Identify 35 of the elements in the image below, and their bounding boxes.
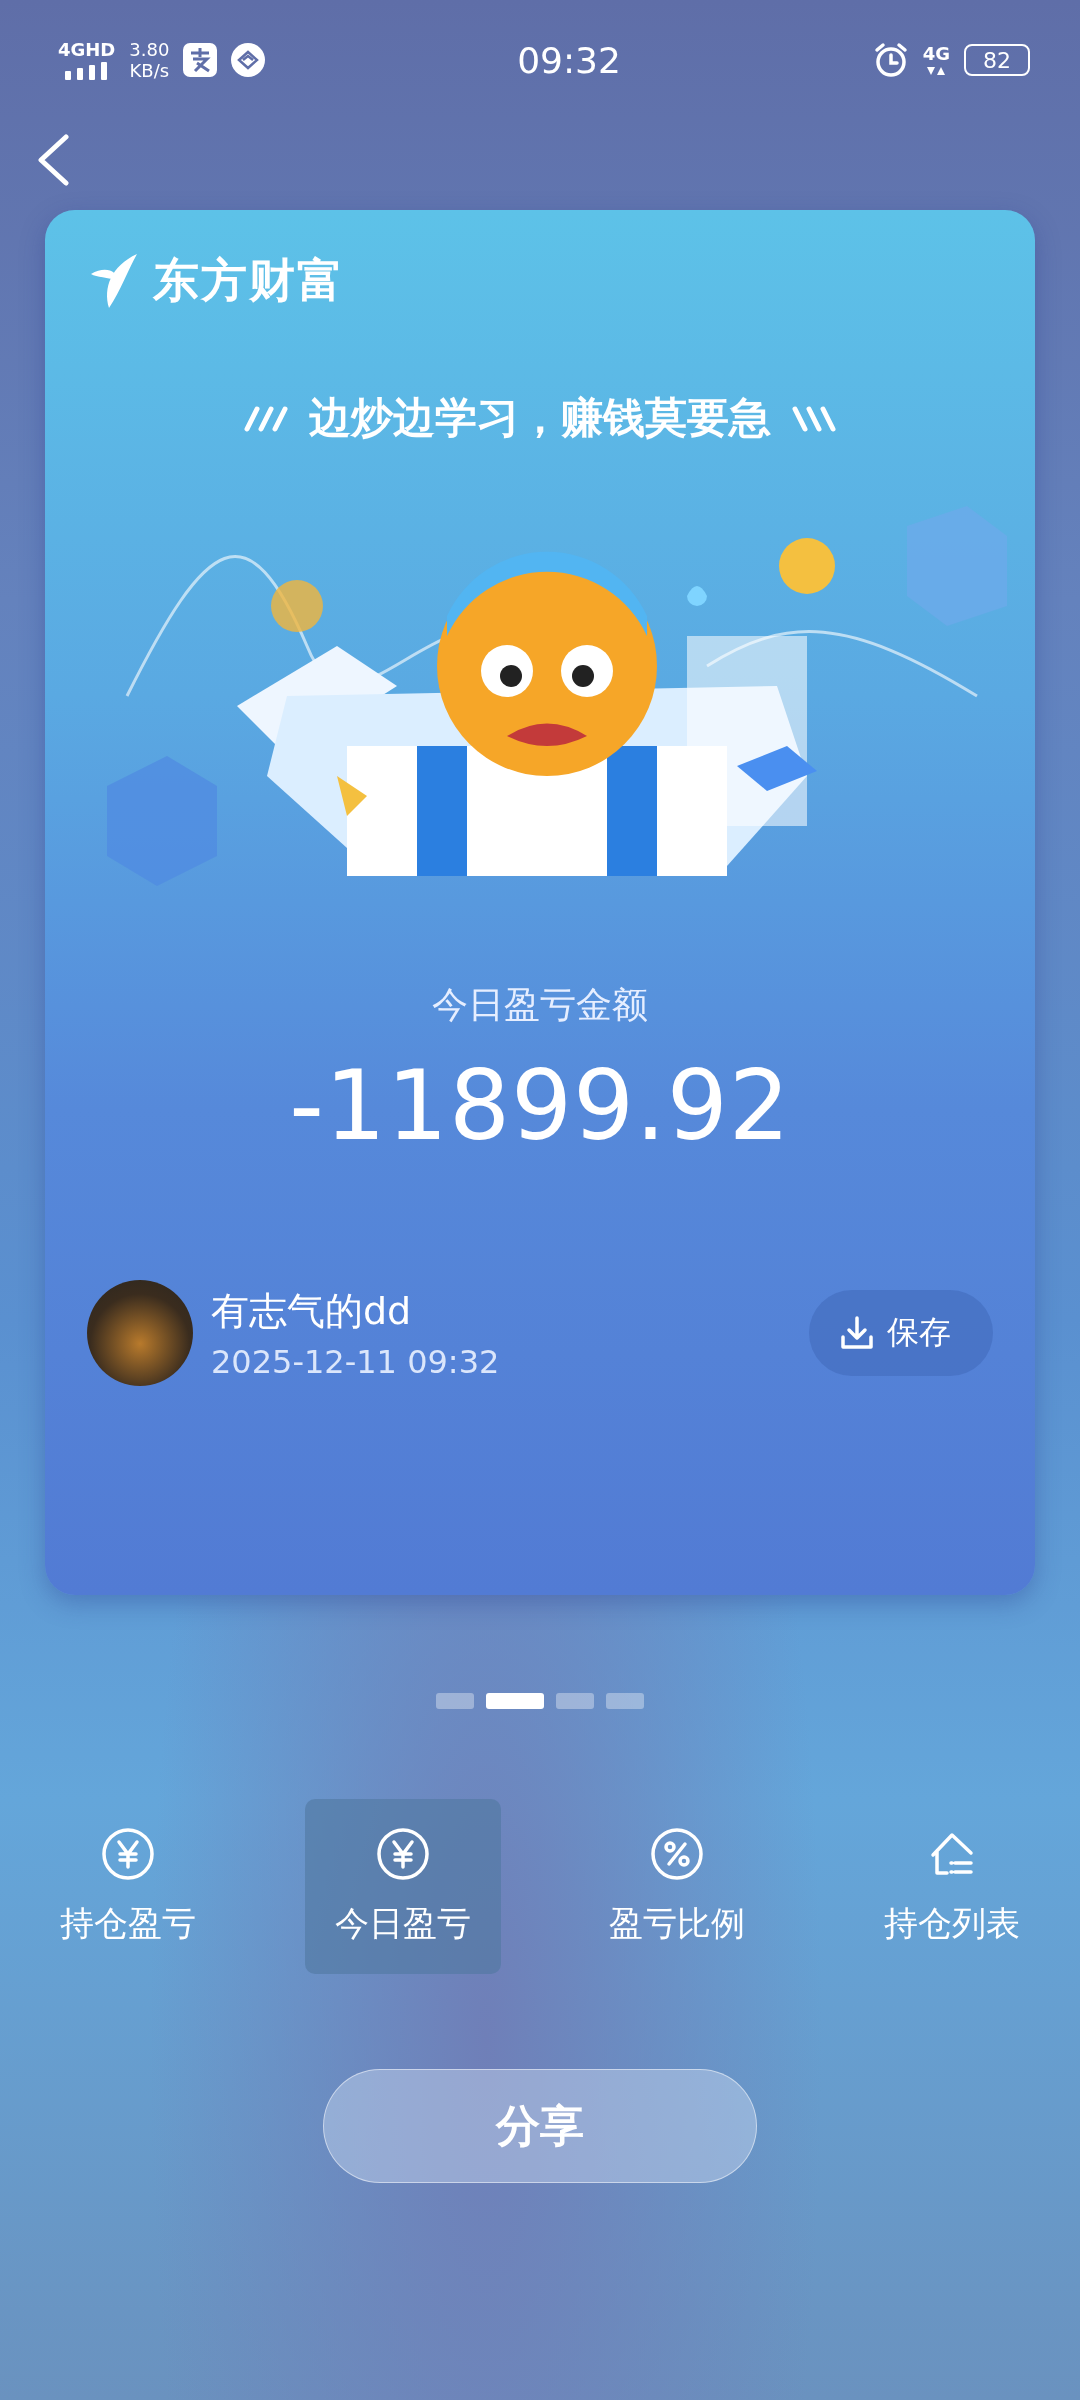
yen-icon [375,1826,430,1881]
tab-label: 持仓列表 [883,1901,1020,1945]
signal-icon [63,61,110,80]
tab-label: 今日盈亏 [334,1901,471,1945]
clock-time: 09:32 [517,39,621,81]
battery-indicator: 82 [964,44,1030,76]
mobile-data-label: 4G [922,44,950,63]
carrier-icon [231,43,266,77]
tab-label: 盈亏比例 [609,1901,746,1945]
download-icon [839,1315,875,1351]
tab[interactable]: 今日盈亏 [304,1799,501,1974]
tab-label: 持仓盈亏 [60,1901,196,1945]
data-arrows-icon [926,65,947,76]
user-name: 有志气的dd [211,1287,413,1335]
app-notification-icon [183,43,218,77]
alarm-icon [872,42,909,78]
share-button[interactable]: 分享 [323,2069,757,2183]
speed-unit: KB/s [129,61,170,80]
tab[interactable]: 持仓列表 [853,1799,1050,1974]
slogan-text: 边炒边学习，赚钱莫要急 [309,392,771,444]
timestamp: 2025-12-11 09:32 [211,1342,501,1381]
save-button[interactable]: 保存 [809,1290,993,1376]
profit-loss-amount: -11899.92 [288,1050,792,1162]
right-slashes-icon [789,403,837,433]
tab[interactable]: 持仓盈亏 [30,1799,226,1974]
network-type: 4GHD [58,40,116,59]
back-button[interactable] [36,134,70,186]
back-icon [36,134,70,186]
tab[interactable]: 盈亏比例 [579,1799,776,1974]
speed-value: 3.80 [129,40,170,59]
yen-icon [101,1826,155,1881]
percent-icon [650,1826,705,1881]
amount-label: 今日盈亏金额 [431,983,649,1027]
logo-text: 东方财富 [153,252,345,309]
left-slashes-icon [243,403,291,433]
